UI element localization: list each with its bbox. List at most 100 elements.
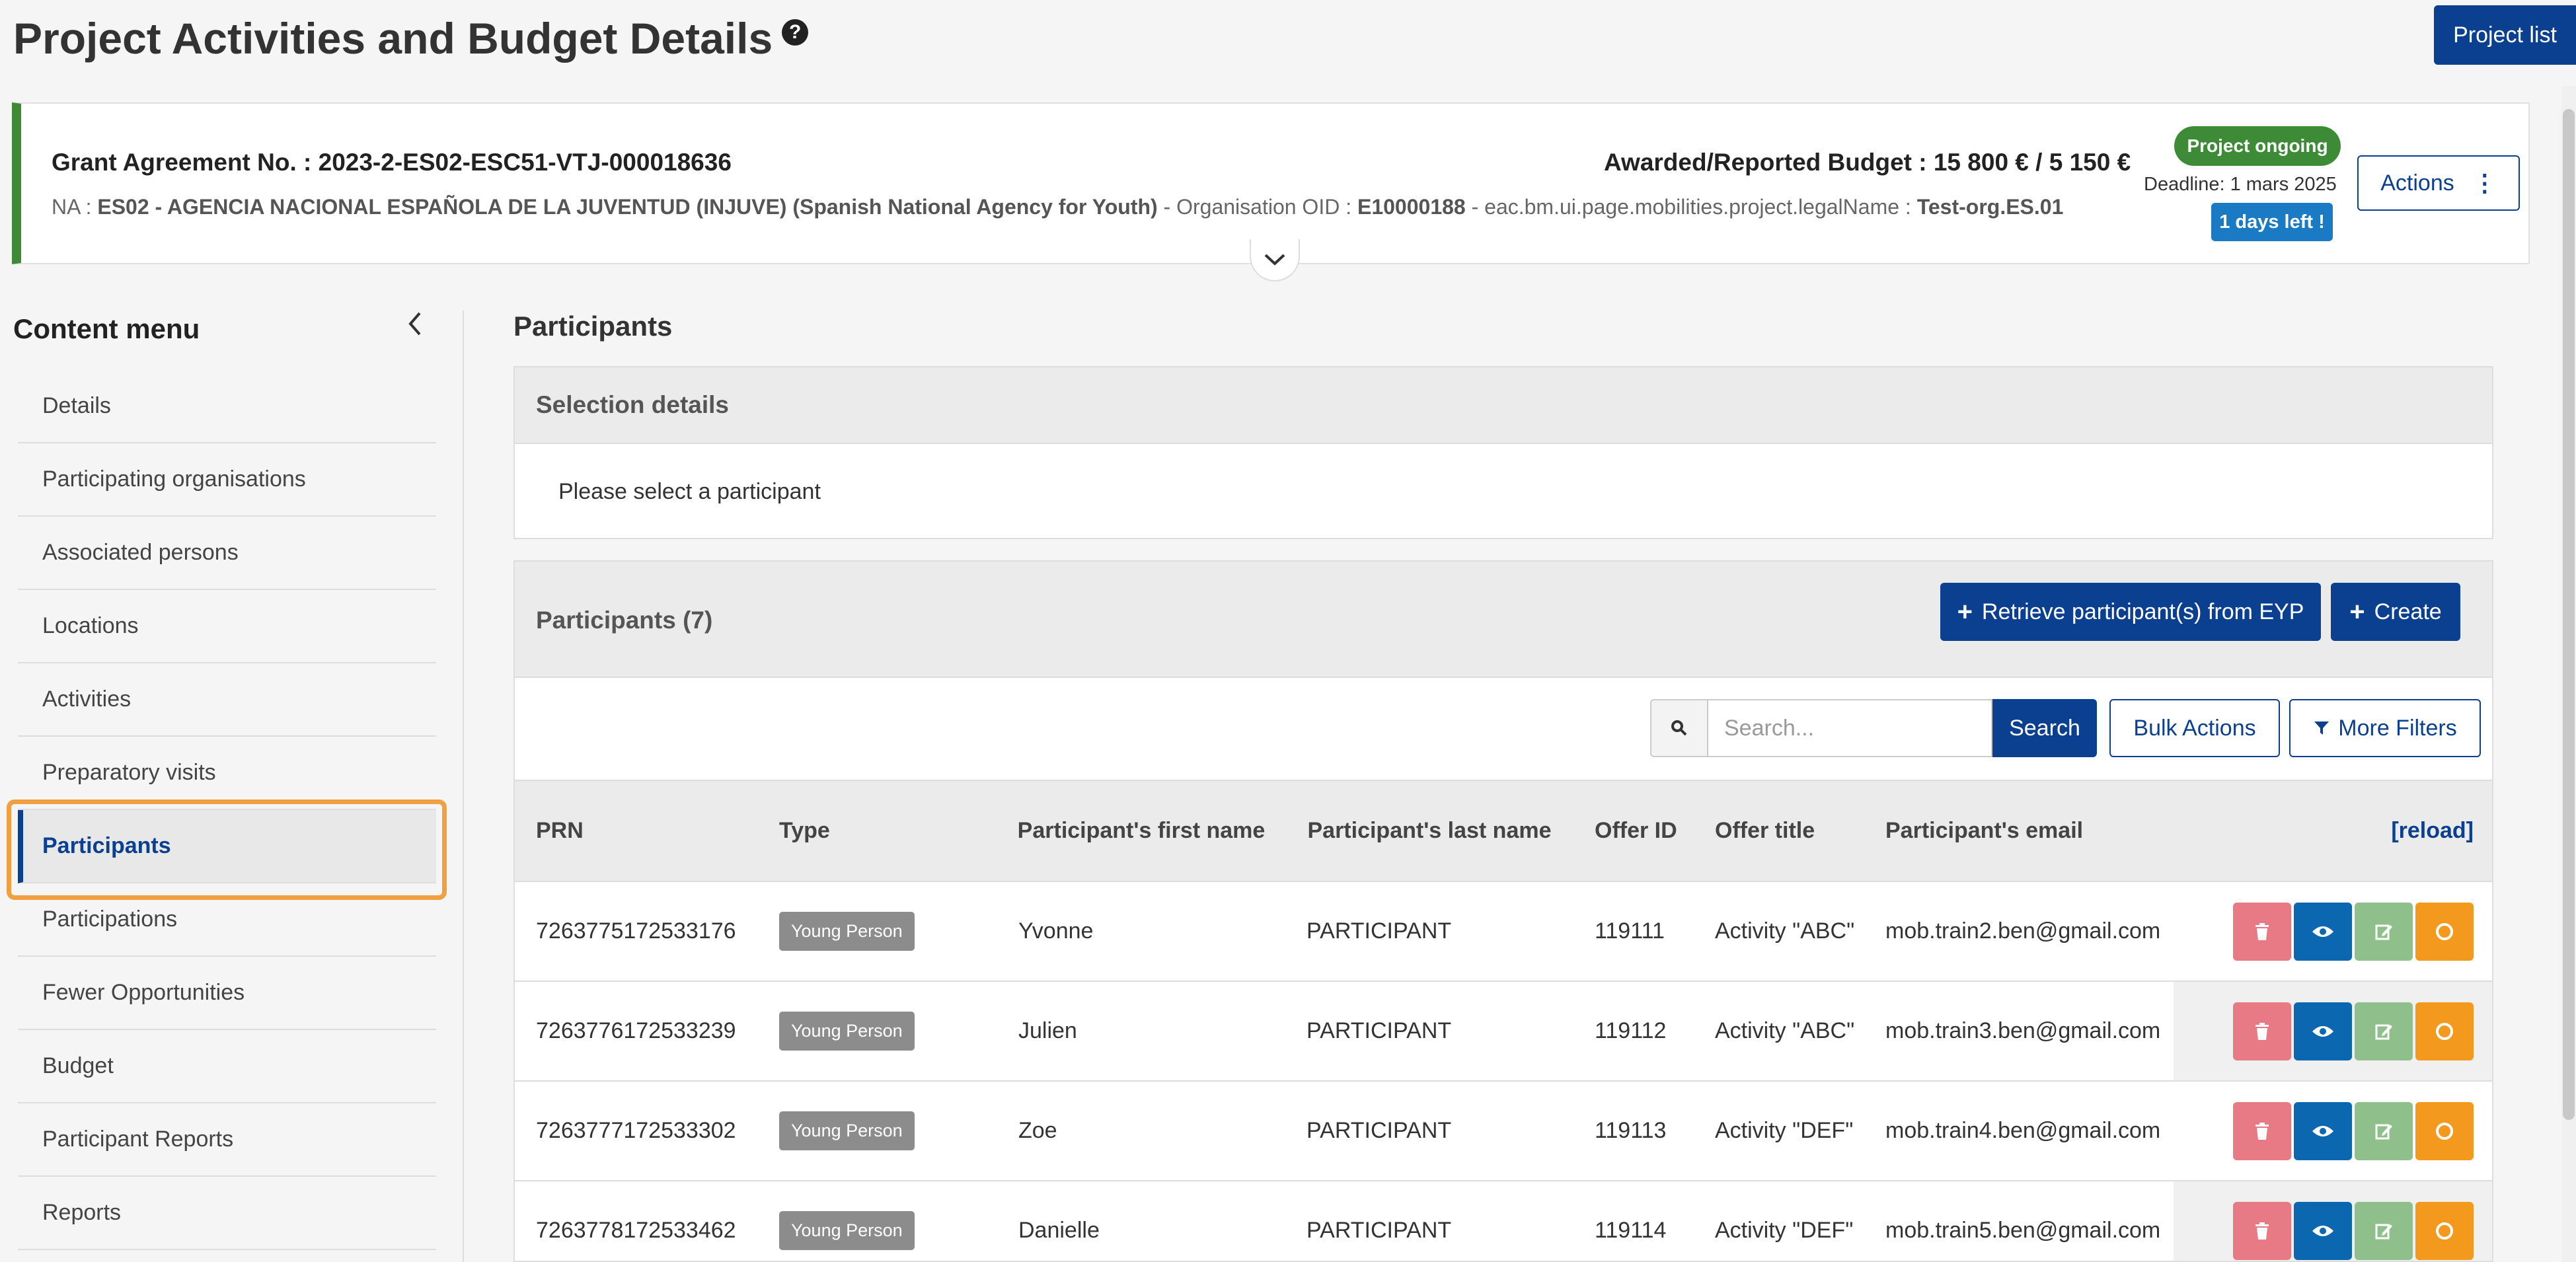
cell-actions <box>2174 981 2492 1082</box>
plus-icon: + <box>2349 597 2365 626</box>
sidebar-item-participants[interactable]: Participants <box>18 810 436 883</box>
sidebar-item-preparatory-visits[interactable]: Preparatory visits <box>18 737 436 810</box>
actions-label: Actions <box>2380 170 2454 196</box>
column-header-type[interactable]: Type <box>758 781 997 882</box>
plus-icon: + <box>1957 597 1973 626</box>
page-title: Project Activities and Budget Details ? <box>13 13 809 63</box>
sidebar-item-fewer-opportunities[interactable]: Fewer Opportunities <box>18 957 436 1030</box>
cell-offer-title: Activity "ABC" <box>1694 881 1864 982</box>
cell-last-name: PARTICIPANT <box>1285 1081 1573 1181</box>
table-header-row: PRN Type Participant's first name Partic… <box>515 781 2492 882</box>
cell-prn: 7263775172533176 <box>515 881 758 982</box>
oid-prefix: - Organisation OID : <box>1157 195 1357 219</box>
delete-button[interactable] <box>2233 1101 2291 1160</box>
organisation-info: NA : ES02 - AGENCIA NACIONAL ESPAÑOLA DE… <box>52 195 2063 219</box>
cell-prn: 7263778172533462 <box>515 1181 758 1261</box>
circle-icon <box>2436 1222 2453 1240</box>
view-button[interactable] <box>2294 1101 2352 1160</box>
create-button[interactable]: + Create <box>2331 583 2460 641</box>
sidebar-item-budget[interactable]: Budget <box>18 1030 436 1103</box>
selection-details-title: Selection details <box>515 367 2492 444</box>
table-row[interactable]: 7263776172533239 Young Person Julien PARTIC… <box>515 981 2492 1082</box>
participants-panel-header: Participants (7) + Retrieve participant(… <box>515 562 2492 678</box>
eye-icon <box>2312 1125 2333 1136</box>
view-button[interactable] <box>2294 1201 2352 1260</box>
legal-name: Test-org.ES.01 <box>1916 195 2064 219</box>
view-button[interactable] <box>2294 902 2352 961</box>
selection-details-panel: Selection details Please select a partic… <box>513 366 2493 539</box>
column-header-email[interactable]: Participant's email <box>1864 781 2174 882</box>
expand-header-button[interactable] <box>1250 239 1300 281</box>
status-button[interactable] <box>2415 1201 2474 1260</box>
sidebar-item-reports[interactable]: Reports <box>18 1177 436 1250</box>
edit-button[interactable] <box>2355 1002 2413 1060</box>
sidebar-item-associated-persons[interactable]: Associated persons <box>18 517 436 590</box>
kebab-icon: ⋮ <box>2472 169 2497 196</box>
participants-count-title: Participants (7) <box>536 607 713 634</box>
sidebar-item-activities[interactable]: Activities <box>18 663 436 737</box>
sidebar-item-participant-reports[interactable]: Participant Reports <box>18 1103 436 1177</box>
sidebar-item-participating-organisations[interactable]: Participating organisations <box>18 443 436 517</box>
more-filters-label: More Filters <box>2338 715 2457 741</box>
reload-link[interactable]: [reload] <box>2174 781 2492 882</box>
pencil-icon <box>2375 1024 2392 1039</box>
sidebar-item-participations[interactable]: Participations <box>18 883 436 957</box>
search-button[interactable]: Search <box>1992 699 2097 757</box>
pencil-icon <box>2375 924 2392 940</box>
column-header-first-name[interactable]: Participant's first name <box>997 781 1285 882</box>
table-row[interactable]: 7263777172533302 Young Person Zoe PARTICIPA… <box>515 1081 2492 1181</box>
pencil-icon <box>2375 1224 2392 1239</box>
retrieve-participants-button[interactable]: + Retrieve participant(s) from EYP <box>1940 583 2321 641</box>
trash-icon <box>2255 1022 2269 1040</box>
table-row[interactable]: 7263778172533462 Young Person Danielle PART… <box>515 1181 2492 1261</box>
delete-button[interactable] <box>2233 902 2291 961</box>
cell-offer-title: Activity "ABC" <box>1694 981 1864 1082</box>
sidebar-item-details[interactable]: Details <box>18 370 436 443</box>
status-button[interactable] <box>2415 1101 2474 1160</box>
cell-first-name: Julien <box>997 981 1285 1082</box>
edit-button[interactable] <box>2355 902 2413 961</box>
bulk-actions-button[interactable]: Bulk Actions <box>2109 699 2280 757</box>
page-scrollbar-thumb[interactable] <box>2563 109 2575 1120</box>
table-toolbar: Search Bulk Actions More Filters <box>515 678 2492 781</box>
delete-button[interactable] <box>2233 1002 2291 1060</box>
cell-first-name: Zoe <box>997 1081 1285 1181</box>
grant-agreement-number: Grant Agreement No. : 2023-2-ES02-ESC51-… <box>52 149 732 176</box>
status-button[interactable] <box>2415 902 2474 961</box>
search-input[interactable] <box>1707 699 1992 757</box>
cell-type: Young Person <box>758 881 997 982</box>
column-header-last-name[interactable]: Participant's last name <box>1285 781 1573 882</box>
trash-icon <box>2255 922 2269 940</box>
help-icon[interactable]: ? <box>782 19 809 46</box>
table-row[interactable]: 7263775172533176 Young Person Yvonne PARTIC… <box>515 881 2492 982</box>
cell-type: Young Person <box>758 1081 997 1181</box>
project-list-button[interactable]: Project list <box>2434 5 2576 65</box>
status-button[interactable] <box>2415 1002 2474 1060</box>
cell-offer-id: 119111 <box>1573 881 1694 982</box>
column-header-prn[interactable]: PRN <box>515 781 758 882</box>
legal-name-prefix: - eac.bm.ui.page.mobilities.project.lega… <box>1465 195 1917 219</box>
cell-last-name: PARTICIPANT <box>1285 1181 1573 1261</box>
more-filters-button[interactable]: More Filters <box>2289 699 2481 757</box>
collapse-sidebar-button[interactable] <box>406 311 424 344</box>
cell-first-name: Yvonne <box>997 881 1285 982</box>
column-header-offer-id[interactable]: Offer ID <box>1573 781 1694 882</box>
cell-prn: 7263777172533302 <box>515 1081 758 1181</box>
edit-button[interactable] <box>2355 1101 2413 1160</box>
row-actions <box>2174 1201 2474 1260</box>
circle-icon <box>2436 922 2453 940</box>
section-title: Participants <box>513 311 673 342</box>
row-actions <box>2174 1101 2474 1160</box>
column-header-offer-title[interactable]: Offer title <box>1694 781 1864 882</box>
type-badge: Young Person <box>779 1211 915 1250</box>
cell-last-name: PARTICIPANT <box>1285 881 1573 982</box>
edit-button[interactable] <box>2355 1201 2413 1260</box>
trash-icon <box>2255 1222 2269 1240</box>
actions-button[interactable]: Actions ⋮ <box>2357 155 2520 211</box>
cell-actions <box>2174 1081 2492 1181</box>
delete-button[interactable] <box>2233 1201 2291 1260</box>
view-button[interactable] <box>2294 1002 2352 1060</box>
organisation-oid: E10000188 <box>1357 195 1466 219</box>
sidebar-item-locations[interactable]: Locations <box>18 590 436 663</box>
sidebar-menu: Details Participating organisations Associ… <box>18 370 436 1250</box>
